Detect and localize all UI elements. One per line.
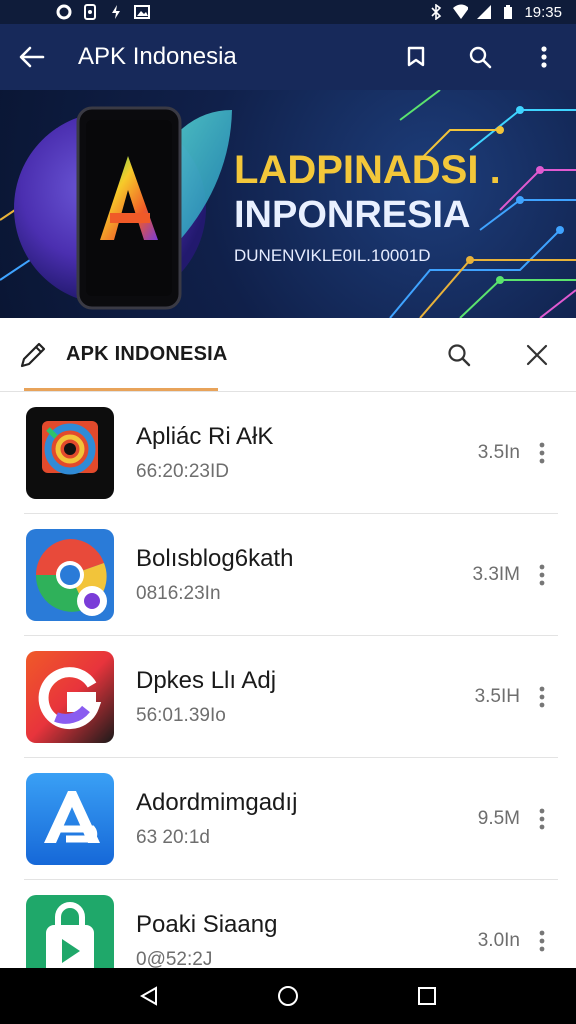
app-bar: APK Indonesia xyxy=(0,24,576,90)
more-vert-icon xyxy=(541,46,547,68)
chrome-app-icon xyxy=(26,529,114,621)
more-vert-icon xyxy=(539,930,545,952)
banner-title-line1: LADPINADSI . xyxy=(234,148,501,192)
bag-app-icon xyxy=(26,895,114,968)
filter-search-button[interactable] xyxy=(420,318,498,392)
app-size: 3.5IH xyxy=(474,686,520,707)
arrow-back-icon xyxy=(19,46,45,68)
status-time: 19:35 xyxy=(524,3,562,21)
app-name: Poaki Siaang xyxy=(136,911,278,938)
camera-lens-app-icon xyxy=(26,407,114,499)
list-item[interactable]: Dpkes Llı Adj 56:01.39Io 3.5IH xyxy=(0,636,576,758)
home-circle-icon xyxy=(277,986,298,1006)
app-name: Bolısblog6kath xyxy=(136,545,294,572)
app-size: 9.5M xyxy=(477,808,520,829)
item-menu-button[interactable] xyxy=(532,682,552,712)
promo-banner[interactable]: LADPINADSI . INPONRESIA DUNENVIKLE0IL.10… xyxy=(0,90,576,318)
app-size: 3.3IM xyxy=(472,564,520,585)
app-list: Apliác Ri AłK 66:20:23ID 3.5In Bolısblog xyxy=(0,392,576,968)
more-vert-icon xyxy=(539,808,545,830)
active-tab-indicator xyxy=(24,388,218,391)
list-item[interactable]: Poaki Siaang 0@52:2J 3.0In xyxy=(0,880,576,968)
signal-icon xyxy=(476,4,492,20)
app-name: Apliác Ri AłK xyxy=(136,423,274,450)
a-store-app-icon xyxy=(26,773,114,865)
search-button[interactable] xyxy=(448,24,512,90)
vibrate-icon xyxy=(82,4,98,20)
app-subtitle: 56:01.39Io xyxy=(136,705,226,726)
back-triangle-icon xyxy=(140,986,158,1006)
g-app-icon xyxy=(26,651,114,743)
app-size: 3.5In xyxy=(477,442,520,463)
more-vert-icon xyxy=(539,442,545,464)
battery-icon xyxy=(500,4,516,20)
search-icon xyxy=(469,46,492,69)
wifi-icon xyxy=(452,4,469,20)
app-name: Adordmimgadıj xyxy=(136,789,298,816)
list-item[interactable]: Adordmimgadıj 63 20:1d 9.5M xyxy=(0,758,576,880)
banner-subtitle: DUNENVIKLE0IL.10001D xyxy=(234,246,431,265)
more-options-button[interactable] xyxy=(512,24,576,90)
nav-back-button[interactable] xyxy=(119,968,179,1024)
status-bar: 19:35 xyxy=(0,0,576,24)
image-icon xyxy=(134,4,150,20)
nav-recents-button[interactable] xyxy=(397,968,457,1024)
app-subtitle: 63 20:1d xyxy=(136,827,210,848)
list-item[interactable]: Bolısblog6kath 0816:23In 3.3IM xyxy=(0,514,576,636)
list-item[interactable]: Apliác Ri AłK 66:20:23ID 3.5In xyxy=(0,392,576,514)
bookmark-search-button[interactable] xyxy=(384,24,448,90)
more-vert-icon xyxy=(539,686,545,708)
bookmark-search-icon xyxy=(407,46,425,67)
bluetooth-icon xyxy=(428,4,444,20)
clear-filter-button[interactable] xyxy=(498,318,576,392)
pencil-icon xyxy=(20,342,46,367)
back-button[interactable] xyxy=(0,24,64,90)
circle-icon xyxy=(56,4,72,20)
app-size: 3.0In xyxy=(477,930,520,951)
item-menu-button[interactable] xyxy=(532,926,552,956)
app-subtitle: 66:20:23ID xyxy=(136,461,229,482)
app-bar-title: APK Indonesia xyxy=(78,43,237,70)
app-name: Dpkes Llı Adj xyxy=(136,667,277,694)
more-vert-icon xyxy=(539,564,545,586)
item-menu-button[interactable] xyxy=(532,804,552,834)
app-subtitle: 0816:23In xyxy=(136,583,221,604)
close-icon xyxy=(526,344,548,365)
edit-button[interactable] xyxy=(0,318,66,392)
banner-title-line2: INPONRESIA xyxy=(234,194,471,236)
search-icon xyxy=(448,343,471,366)
app-subtitle: 0@52:2J xyxy=(136,949,213,968)
filter-label: APK INDONESIA xyxy=(66,343,228,365)
recents-square-icon xyxy=(417,987,436,1005)
item-menu-button[interactable] xyxy=(532,438,552,468)
nav-home-button[interactable] xyxy=(258,968,318,1024)
bolt-icon xyxy=(108,4,124,20)
filter-bar: APK INDONESIA xyxy=(0,318,576,392)
item-menu-button[interactable] xyxy=(532,560,552,590)
system-nav-bar xyxy=(0,968,576,1024)
